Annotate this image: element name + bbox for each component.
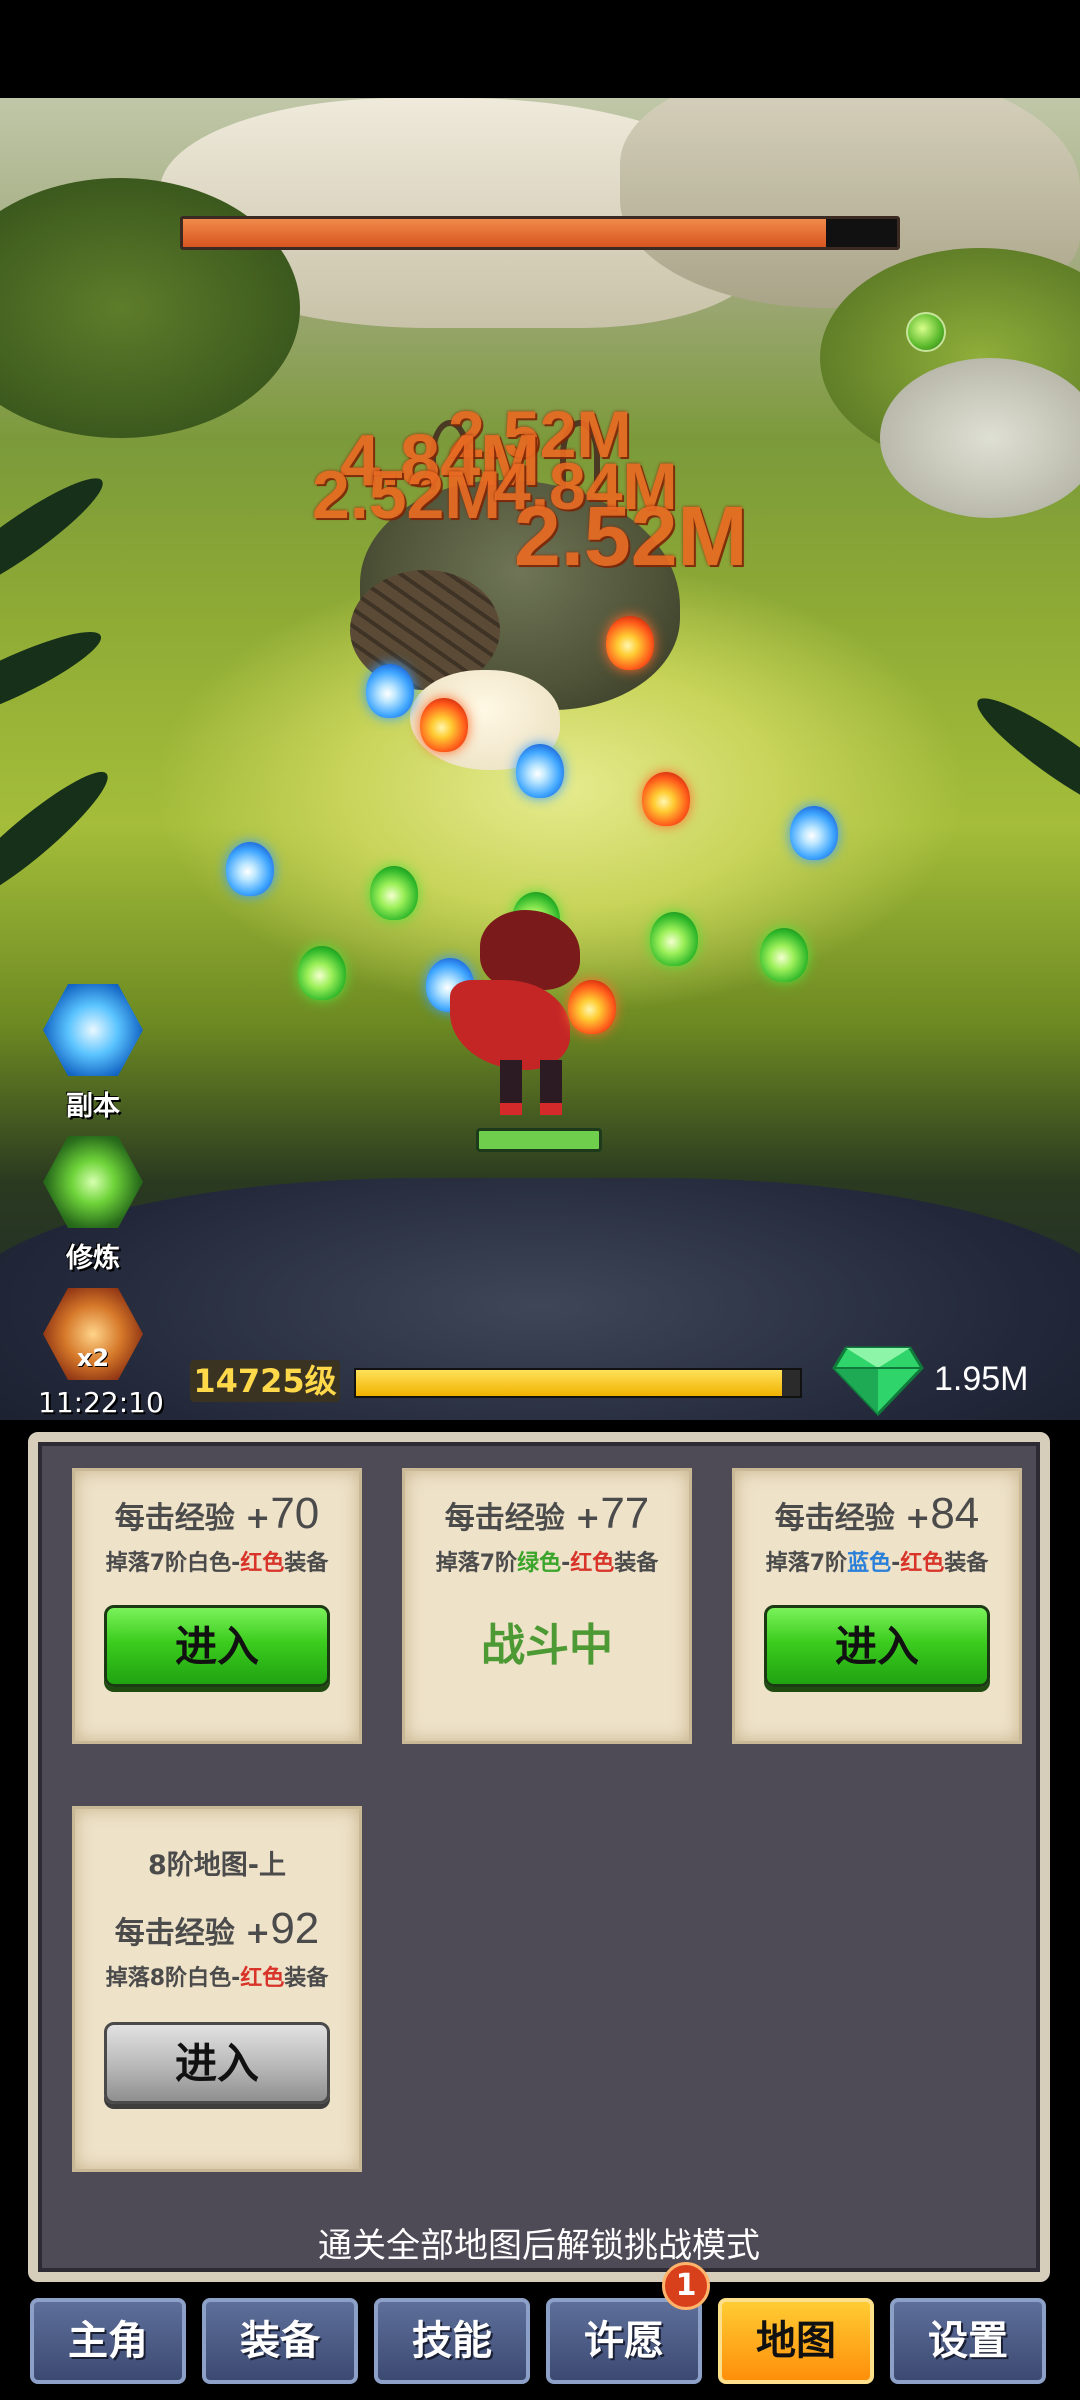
exp-value: 70 [270,1489,320,1538]
training-label: 修炼 [66,1243,120,1274]
damage-number: 2.52M [312,457,501,533]
foreground-leaf [966,684,1080,832]
damage-number: 2.52M [514,489,748,583]
exp-per-hit: 每击经验 +84 [735,1489,1019,1539]
drop-prefix: 掉落7阶 [435,1551,518,1576]
drop-sep: - [891,1551,901,1576]
hero-leg [500,1060,522,1115]
tab-hero[interactable]: 主角 [30,2298,186,2384]
wind-orb [298,946,346,1000]
drop-to-color: 红色 [570,1551,615,1576]
experience-bar [354,1368,802,1398]
drop-prefix: 掉落7阶 [765,1551,848,1576]
bottom-nav: 主角 装备 技能 许愿 地图 设置 [0,2290,1080,2400]
hero-leg [540,1060,562,1115]
drop-to-color: 红色 [240,1551,285,1576]
boost-multiplier: x2 [76,1344,110,1372]
tab-equipment[interactable]: 装备 [202,2298,358,2384]
tab-map[interactable]: 地图 [718,2298,874,2384]
drop-to-color: 红色 [900,1551,945,1576]
exp-label: 每击经验 + [114,1501,271,1536]
fighting-status: 战斗中 [481,1620,613,1671]
map-card-current: 每击经验 +77 掉落7阶绿色-红色装备 战斗中 [402,1468,692,1744]
fire-orb [568,980,616,1034]
drop-prefix: 掉落8阶 [105,1966,188,1991]
drop-info: 掉落7阶蓝色-红色装备 [735,1545,1019,1577]
exp-boost-button[interactable]: x2 11:22:10 [38,1284,164,1419]
drop-info: 掉落8阶白色-红色装备 [75,1960,359,1992]
training-button[interactable]: 修炼 [38,1132,148,1275]
exp-label: 每击经验 + [444,1501,601,1536]
fire-orb [606,616,654,670]
hero-hair [480,910,580,990]
map-card: 每击经验 +84 掉落7阶蓝色-红色装备 进入 [732,1468,1022,1744]
map-card: 每击经验 +70 掉落7阶白色-红色装备 进入 [72,1468,362,1744]
wish-notification-badge: 1 [662,2262,710,2310]
boost-timer: 11:22:10 [38,1386,164,1419]
background-bush [880,358,1080,518]
drop-suffix: 装备 [284,1966,329,1991]
drop-suffix: 装备 [944,1551,989,1576]
vortex-icon [43,984,143,1076]
drop-prefix: 掉落7阶 [105,1551,188,1576]
drop-sep: - [561,1551,571,1576]
drop-from-color: 绿色 [517,1551,562,1576]
drop-info: 掉落7阶绿色-红色装备 [405,1545,689,1577]
player-level: 14725级 [190,1360,340,1402]
wind-orb [370,866,418,920]
exp-value: 77 [600,1489,650,1538]
exp-per-hit: 每击经验 +70 [75,1489,359,1539]
ice-orb [226,842,274,896]
exp-per-hit: 每击经验 +77 [405,1489,689,1539]
drop-from-color: 蓝色 [847,1551,892,1576]
exp-label: 每击经验 + [114,1916,271,1951]
tab-skills[interactable]: 技能 [374,2298,530,2384]
exp-label: 每击经验 + [774,1501,931,1536]
enter-map-button-disabled[interactable]: 进入 [104,2022,330,2104]
ice-orb [516,744,564,798]
foreground-leaf [0,464,114,612]
ice-orb [366,664,414,718]
dungeon-label: 副本 [66,1091,120,1122]
enter-map-button[interactable]: 进入 [764,1605,990,1687]
map-select-panel: 每击经验 +70 掉落7阶白色-红色装备 进入 每击经验 +77 掉落7阶绿色-… [28,1432,1050,2282]
foreground-leaf [0,758,120,918]
fire-orb [420,698,468,752]
wind-orb [650,912,698,966]
drop-suffix: 装备 [614,1551,659,1576]
spiral-icon [43,1136,143,1228]
map-title: 8阶地图-上 [148,1850,286,1881]
player-health-bar [476,1128,602,1152]
drop-to-color: 红色 [240,1966,285,1991]
drop-from-color: 白色 [187,1966,232,1991]
enter-map-button[interactable]: 进入 [104,1605,330,1687]
tab-settings[interactable]: 设置 [890,2298,1046,2384]
gem-icon [832,1346,924,1416]
unlock-hint: 通关全部地图后解锁挑战模式 [318,2226,760,2266]
fire-orb [642,772,690,826]
exp-value: 92 [270,1904,320,1953]
boss-health-fill [183,219,826,247]
hero-cape [450,980,570,1070]
gem-count: 1.95M [934,1360,1029,1398]
boss-element-icon [906,312,946,352]
boss-health-bar [180,216,900,250]
drop-sep: - [231,1551,241,1576]
ice-orb [790,806,838,860]
exp-per-hit: 每击经验 +92 [75,1904,359,1954]
drop-from-color: 白色 [187,1551,232,1576]
tab-wish[interactable]: 许愿 [546,2298,702,2384]
wind-orb [760,928,808,982]
drop-sep: - [231,1966,241,1991]
map-card-locked: 8阶地图-上 每击经验 +92 掉落8阶白色-红色装备 进入 [72,1806,362,2172]
treasure-bag-icon: x2 [43,1288,143,1380]
dungeon-button[interactable]: 副本 [38,980,148,1123]
drop-suffix: 装备 [284,1551,329,1576]
experience-fill [356,1370,783,1396]
exp-value: 84 [930,1489,980,1538]
foreground-leaf [0,617,110,739]
drop-info: 掉落7阶白色-红色装备 [75,1545,359,1577]
